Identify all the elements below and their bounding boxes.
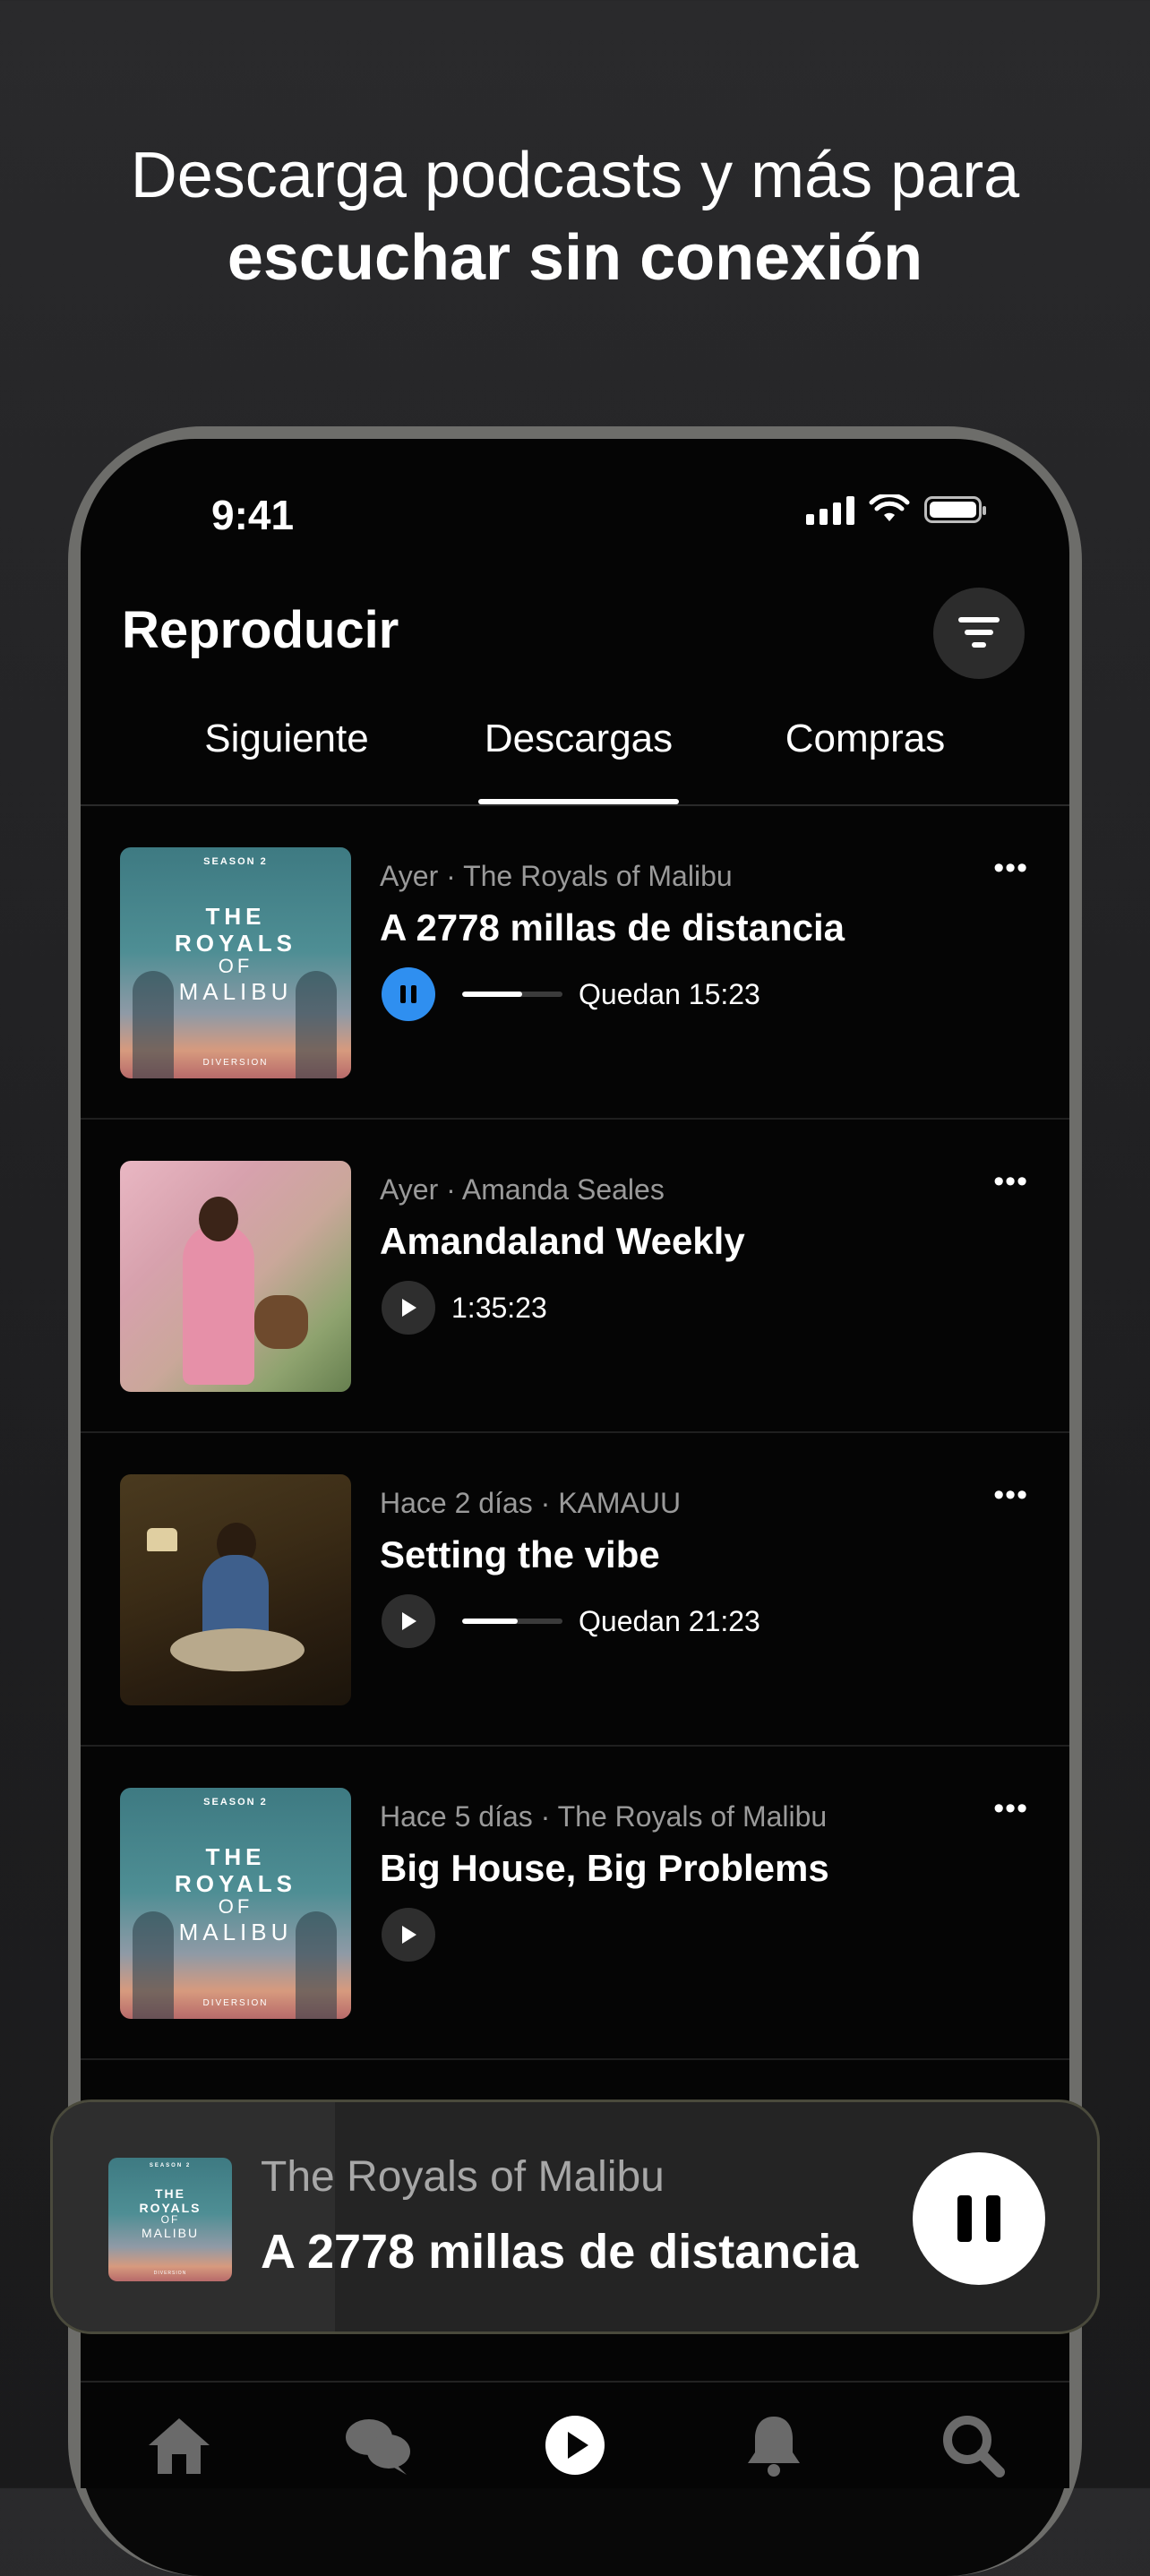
status-time: 9:41 xyxy=(211,492,295,538)
home-icon[interactable] xyxy=(143,2409,215,2481)
pause-icon xyxy=(957,2195,1000,2242)
cover-title-line: OF xyxy=(160,2213,180,2226)
episode-controls: 1:35:23 xyxy=(382,1281,547,1335)
tab-bar: Siguiente Descargas Compras xyxy=(81,708,1069,806)
cover-title-line: THE xyxy=(205,1843,266,1870)
play-icon[interactable] xyxy=(539,2409,611,2481)
episode-title[interactable]: A 2778 millas de distancia xyxy=(380,906,845,949)
play-button[interactable] xyxy=(382,1908,435,1962)
episode-meta: Ayer · Amanda Seales xyxy=(380,1173,665,1206)
cover-title-line: MALIBU xyxy=(141,2226,200,2240)
bell-icon[interactable] xyxy=(738,2409,810,2481)
headline-line-2: escuchar sin conexión xyxy=(227,222,923,294)
podcast-cover-art: SEASON 2 THE ROYALS OF MALIBU DIVERSION xyxy=(120,847,351,1078)
mini-player-artwork: SEASON 2 THE ROYALS OF MALIBU DIVERSION xyxy=(108,2158,232,2281)
mini-player-episode: A 2778 millas de distancia xyxy=(261,2225,859,2279)
episode-controls xyxy=(382,1908,435,1962)
cover-brand-text: DIVERSION xyxy=(153,2271,187,2276)
cover-season-text: SEASON 2 xyxy=(203,856,268,867)
mini-player-show: The Royals of Malibu xyxy=(261,2153,665,2201)
time-remaining: Quedan 15:23 xyxy=(579,977,760,1010)
status-icons xyxy=(806,494,986,525)
episode-row[interactable]: Hace 2 días · KAMAUU Setting the vibe ••… xyxy=(81,1433,1069,1747)
bottom-nav xyxy=(81,2381,1069,2488)
episode-meta: Hace 2 días · KAMAUU xyxy=(380,1487,682,1519)
cover-title-line: MALIBU xyxy=(178,1919,293,1945)
podcast-cover-art xyxy=(120,1161,351,1392)
pause-button[interactable] xyxy=(382,967,435,1021)
tab-descargas[interactable]: Descargas xyxy=(478,708,679,804)
headline: Descarga podcasts y más para escuchar si… xyxy=(0,134,1150,299)
episode-controls: Quedan 15:23 xyxy=(382,967,760,1021)
podcast-cover-art xyxy=(120,1474,351,1705)
episode-row[interactable]: Ayer · Amanda Seales Amandaland Weekly •… xyxy=(81,1120,1069,1433)
tab-compras[interactable]: Compras xyxy=(776,708,955,803)
cover-title-line: THE xyxy=(155,2186,185,2201)
chat-icon[interactable] xyxy=(342,2409,414,2481)
cover-season-text: SEASON 2 xyxy=(149,2163,192,2168)
play-button[interactable] xyxy=(382,1594,435,1648)
cover-title-line: ROYALS xyxy=(175,1870,296,1897)
cover-brand-text: DIVERSION xyxy=(202,1998,269,2008)
episode-meta: Hace 5 días · The Royals of Malibu xyxy=(380,1800,828,1833)
episode-title[interactable]: Big House, Big Problems xyxy=(380,1847,829,1890)
episode-meta: Ayer · The Royals of Malibu xyxy=(380,860,733,892)
filter-icon xyxy=(958,617,1000,648)
play-icon xyxy=(402,1612,416,1630)
episode-duration: 1:35:23 xyxy=(451,1291,547,1324)
episode-row[interactable]: SEASON 2 THE ROYALS OF MALIBU DIVERSION … xyxy=(81,806,1069,1120)
episode-row[interactable]: SEASON 2 THE ROYALS OF MALIBU DIVERSION … xyxy=(81,1747,1069,2060)
episode-title[interactable]: Amandaland Weekly xyxy=(380,1220,745,1263)
headline-line-1: Descarga podcasts y más para xyxy=(130,140,1020,211)
battery-icon xyxy=(924,496,986,523)
cover-title-line: OF xyxy=(218,955,253,977)
pause-icon xyxy=(400,985,416,1003)
page-title: Reproducir xyxy=(122,601,399,659)
cover-season-text: SEASON 2 xyxy=(203,1797,268,1807)
podcast-cover-art: SEASON 2 THE ROYALS OF MALIBU DIVERSION xyxy=(120,1788,351,2019)
play-icon xyxy=(402,1926,416,1944)
cover-title-line: ROYALS xyxy=(175,930,296,957)
more-options-icon[interactable]: ••• xyxy=(993,851,1028,886)
cover-title-line: THE xyxy=(205,903,266,930)
mini-player-pause-button[interactable] xyxy=(913,2152,1045,2285)
play-button[interactable] xyxy=(382,1281,435,1335)
time-remaining: Quedan 21:23 xyxy=(579,1604,760,1637)
more-options-icon[interactable]: ••• xyxy=(993,1791,1028,1826)
episode-title[interactable]: Setting the vibe xyxy=(380,1533,660,1576)
play-icon xyxy=(402,1299,416,1317)
episode-progress-bar xyxy=(462,992,562,997)
episode-progress-bar xyxy=(462,1619,562,1624)
more-options-icon[interactable]: ••• xyxy=(993,1164,1028,1199)
episode-controls: Quedan 21:23 xyxy=(382,1594,760,1648)
search-icon[interactable] xyxy=(937,2409,1008,2481)
filter-button[interactable] xyxy=(933,588,1025,679)
mini-player[interactable]: SEASON 2 THE ROYALS OF MALIBU DIVERSION … xyxy=(50,2099,1100,2334)
wifi-icon xyxy=(869,494,910,521)
cover-title-line: OF xyxy=(218,1895,253,1918)
cover-title-line: MALIBU xyxy=(178,978,293,1005)
tab-siguiente[interactable]: Siguiente xyxy=(197,708,376,803)
more-options-icon[interactable]: ••• xyxy=(993,1478,1028,1513)
cellular-signal-icon xyxy=(806,494,854,525)
cover-brand-text: DIVERSION xyxy=(202,1058,269,1068)
